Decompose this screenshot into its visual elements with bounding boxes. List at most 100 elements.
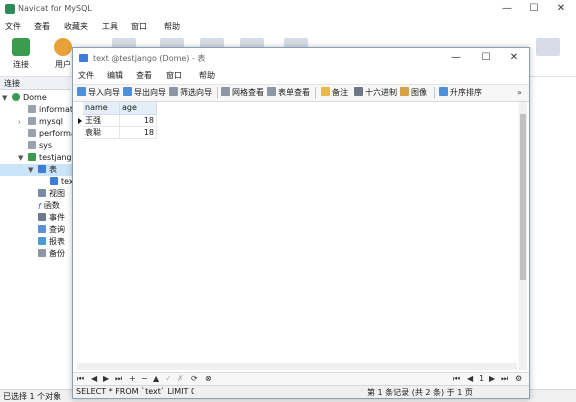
- export-wizard-button[interactable]: 导出向导: [123, 87, 166, 99]
- filter-label: 筛选向导: [180, 88, 212, 97]
- table-row-1-name[interactable]: 王强: [83, 115, 120, 127]
- menu-tools[interactable]: 工具: [102, 21, 118, 32]
- child-menu-help[interactable]: 帮助: [199, 70, 215, 81]
- connect-label: 连接: [13, 60, 29, 69]
- delete-record-icon[interactable]: −: [141, 374, 148, 383]
- database-icon: [28, 117, 36, 125]
- table-window-toolbar: 导入向导 导出向导 筛选向导 网格查看 表单查看 备注 十六进制 图像 升序排序…: [73, 84, 529, 102]
- filter-icon: [169, 87, 178, 96]
- minimize-button[interactable]: —: [494, 0, 520, 18]
- database-icon: [28, 153, 36, 161]
- hex-button[interactable]: 十六进制: [354, 87, 397, 99]
- record-navigation-bar: ⏮ ◀ ▶ ⏭ + − ▲ ✓ ✗ ⟳ ⊗ ⏮ ◀ 1 ▶ ⏭ ⚙: [73, 372, 529, 385]
- child-menu-file[interactable]: 文件: [78, 70, 94, 81]
- import-label: 导入向导: [88, 88, 120, 97]
- grid-view-button[interactable]: 网格查看: [221, 87, 264, 99]
- refresh-icon[interactable]: ⟳: [191, 374, 198, 383]
- tree-label: mysql: [39, 117, 63, 126]
- column-header-age[interactable]: age: [120, 102, 157, 115]
- table-icon: [79, 54, 88, 62]
- child-menu-edit[interactable]: 编辑: [107, 70, 123, 81]
- child-minimize-button[interactable]: —: [443, 49, 469, 67]
- collapse-icon[interactable]: ▼: [28, 164, 33, 176]
- backup-toolbar-icon[interactable]: [536, 38, 560, 56]
- table-row-2-name[interactable]: 袁聪: [83, 127, 120, 139]
- child-menu-view[interactable]: 查看: [136, 70, 152, 81]
- next-record-icon[interactable]: ▶: [103, 374, 109, 383]
- tree-node-events[interactable]: 事件: [38, 212, 65, 224]
- sort-label: 升序排序: [450, 88, 482, 97]
- import-wizard-button[interactable]: 导入向导: [77, 87, 120, 99]
- horizontal-scrollbar[interactable]: [77, 363, 517, 370]
- table-row-1-age[interactable]: 18: [120, 115, 157, 127]
- child-maximize-button[interactable]: ☐: [473, 49, 499, 67]
- report-icon: [38, 237, 46, 245]
- connection-panel-title: 连接: [4, 79, 20, 88]
- tree-node-functions[interactable]: f 函数: [38, 200, 60, 212]
- sort-ascending-icon: [439, 87, 448, 96]
- table-row-2-age[interactable]: 18: [120, 127, 157, 139]
- table-window: text @testjango (Dome) - 表 — ☐ ✕ 文件 编辑 查…: [72, 47, 530, 399]
- tree-label: testjango: [39, 153, 77, 162]
- child-menu-window[interactable]: 窗口: [166, 70, 182, 81]
- apply-icon[interactable]: ▲: [153, 374, 159, 383]
- menu-view[interactable]: 查看: [34, 21, 50, 32]
- previous-page-icon[interactable]: ◀: [467, 374, 473, 383]
- previous-record-icon[interactable]: ◀: [91, 374, 97, 383]
- menu-favorites[interactable]: 收藏夹: [64, 21, 88, 32]
- sort-ascending-button[interactable]: 升序排序: [439, 87, 482, 99]
- menu-window[interactable]: 窗口: [131, 21, 147, 32]
- collapse-icon[interactable]: ▼: [2, 92, 7, 104]
- tree-label: 事件: [49, 213, 65, 222]
- tree-label: 表: [49, 165, 57, 174]
- memo-button[interactable]: 备注: [321, 87, 348, 99]
- tree-db-testjango[interactable]: ▼ testjango: [18, 152, 77, 164]
- table-icon: [50, 177, 58, 185]
- maximize-button[interactable]: ☐: [521, 0, 547, 18]
- tree-group-tables[interactable]: ▼ 表: [0, 164, 72, 176]
- grid-icon: [221, 87, 230, 96]
- image-button[interactable]: 图像: [400, 87, 427, 99]
- toolbar-overflow-icon[interactable]: »: [517, 87, 522, 99]
- main-titlebar: Navicat for MySQL — ☐ ✕: [0, 0, 576, 18]
- menu-help[interactable]: 帮助: [164, 21, 180, 32]
- page-number[interactable]: 1: [479, 374, 484, 383]
- column-header-name[interactable]: name: [83, 102, 120, 115]
- tree-label: 视图: [49, 189, 65, 198]
- tree-label: 报表: [49, 237, 65, 246]
- child-close-button[interactable]: ✕: [501, 49, 527, 67]
- form-view-button[interactable]: 表单查看: [267, 87, 310, 99]
- tree-node-views[interactable]: 视图: [38, 188, 65, 200]
- menu-file[interactable]: 文件: [5, 21, 21, 32]
- table-window-menubar: 文件 编辑 查看 窗口 帮助: [73, 69, 529, 82]
- vertical-scrollbar-thumb[interactable]: [520, 114, 526, 280]
- add-record-icon[interactable]: +: [129, 374, 136, 383]
- tree-db-mysql[interactable]: › mysql: [18, 116, 63, 128]
- first-page-icon[interactable]: ⏮: [453, 374, 460, 384]
- page-settings-icon[interactable]: ⚙: [515, 374, 522, 383]
- tree-db-sys[interactable]: sys: [28, 140, 52, 152]
- connect-button[interactable]: 连接: [6, 38, 36, 70]
- database-icon: [28, 105, 36, 113]
- status-record-text: 第 1 条记录 (共 2 条) 于 1 页: [367, 388, 473, 397]
- tree-node-reports[interactable]: 报表: [38, 236, 65, 248]
- stop-icon[interactable]: ⊗: [205, 374, 212, 383]
- tree-label: performa: [39, 129, 76, 138]
- cancel-edit-icon[interactable]: ✓: [165, 374, 172, 383]
- tree-db-performance-schema[interactable]: performa: [28, 128, 76, 140]
- tree-connection-dome[interactable]: ▼ Dome: [2, 92, 47, 104]
- tree-node-backups[interactable]: 备份: [38, 248, 65, 260]
- first-record-icon[interactable]: ⏮: [77, 374, 84, 384]
- filter-wizard-button[interactable]: 筛选向导: [169, 87, 212, 99]
- discard-icon[interactable]: ✗: [177, 374, 184, 383]
- tree-table-text[interactable]: tex: [50, 176, 74, 188]
- expand-icon[interactable]: ›: [18, 116, 21, 128]
- last-record-icon[interactable]: ⏭: [115, 374, 122, 384]
- tree-node-queries[interactable]: 查询: [38, 224, 65, 236]
- last-page-icon[interactable]: ⏭: [501, 374, 508, 384]
- hex-icon: [354, 87, 363, 96]
- navicat-logo-icon: [5, 4, 15, 14]
- close-button[interactable]: ✕: [548, 0, 574, 18]
- next-page-icon[interactable]: ▶: [489, 374, 495, 383]
- collapse-icon[interactable]: ▼: [18, 152, 23, 164]
